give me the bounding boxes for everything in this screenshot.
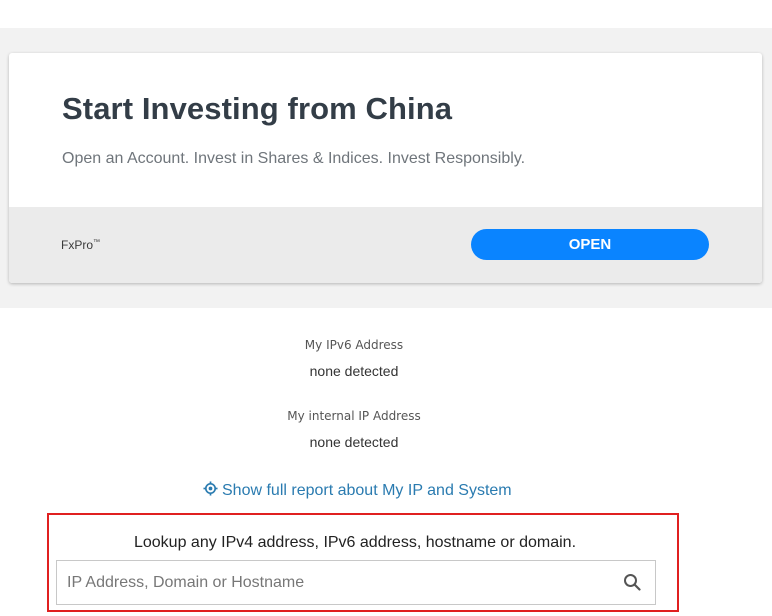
internal-ip-label: My internal IP Address bbox=[287, 409, 421, 423]
ad-card[interactable]: Start Investing from China Open an Accou… bbox=[9, 53, 762, 283]
lookup-section: Lookup any IPv4 address, IPv6 address, h… bbox=[47, 513, 679, 612]
full-report-link-label[interactable]: Show full report about My IP and System bbox=[222, 482, 512, 500]
open-account-button[interactable]: OPEN bbox=[471, 229, 709, 260]
ad-footer: FxPro™ OPEN bbox=[9, 207, 762, 283]
ad-brand-name: FxPro bbox=[61, 238, 94, 252]
crosshair-icon bbox=[203, 481, 218, 501]
lookup-input[interactable] bbox=[57, 561, 617, 604]
ipv6-label: My IPv6 Address bbox=[304, 338, 404, 352]
ipv6-value: none detected bbox=[309, 363, 399, 379]
ad-brand: FxPro™ bbox=[61, 238, 100, 252]
ad-title: Start Investing from China bbox=[62, 91, 453, 126]
full-report-link[interactable]: Show full report about My IP and System bbox=[203, 481, 512, 501]
lookup-input-container[interactable] bbox=[56, 560, 656, 605]
lookup-prompt: Lookup any IPv4 address, IPv6 address, h… bbox=[133, 534, 577, 551]
search-icon[interactable] bbox=[623, 573, 641, 591]
internal-ip-value: none detected bbox=[309, 434, 399, 450]
ad-description: Open an Account. Invest in Shares & Indi… bbox=[62, 150, 526, 167]
ad-brand-trademark: ™ bbox=[93, 239, 101, 246]
